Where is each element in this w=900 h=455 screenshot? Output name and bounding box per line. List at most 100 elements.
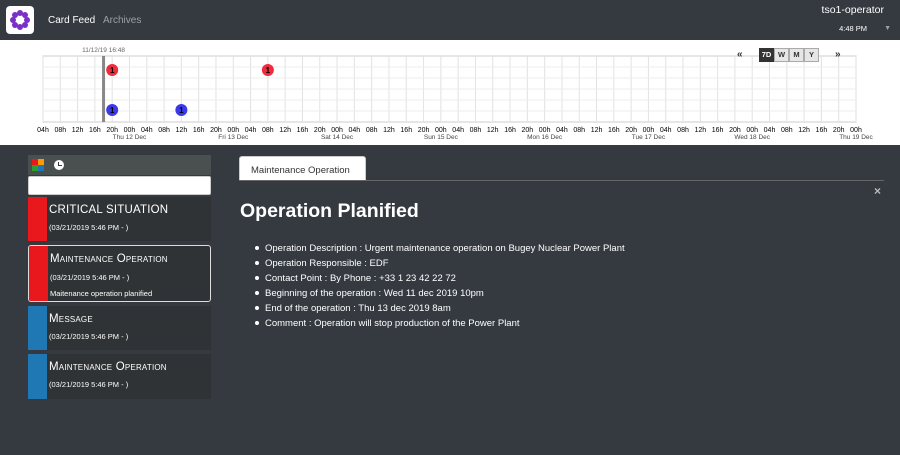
hour-tick-label: 04h	[37, 127, 49, 134]
hour-tick-label: 00h	[539, 127, 551, 134]
hour-tick-label: 00h	[746, 127, 758, 134]
card-title: Maintenance Operation	[49, 361, 167, 373]
hour-tick-label: 20h	[418, 127, 430, 134]
severity-stripe	[28, 354, 47, 399]
feed-toolbar	[28, 155, 211, 175]
hour-tick-label: 08h	[158, 127, 170, 134]
bubble-count: 1	[110, 66, 115, 75]
bubble-count: 1	[110, 106, 115, 115]
nav-archives[interactable]: Archives	[103, 15, 141, 26]
hour-tick-label: 00h	[643, 127, 655, 134]
app-logo[interactable]	[6, 6, 34, 34]
severity-stripe	[28, 306, 47, 350]
day-label: Thu 19 Dec	[839, 134, 873, 141]
period-button-7d[interactable]: 7D	[759, 48, 774, 62]
feed-card[interactable]: Maintenance Operation (03/21/2019 5:46 PM…	[28, 245, 211, 302]
hour-tick-label: 04h	[245, 127, 257, 134]
current-time-label: 11/12/19 16:48	[82, 47, 125, 54]
hour-tick-label: 04h	[349, 127, 361, 134]
day-label: Sat 14 Dec	[321, 134, 354, 141]
card-title: Maintenance Operation	[50, 253, 168, 265]
hour-tick-label: 12h	[694, 127, 706, 134]
day-label: Tue 17 Dec	[632, 134, 666, 141]
hour-tick-label: 00h	[850, 127, 862, 134]
nav-card-feed[interactable]: Card Feed	[48, 15, 95, 26]
timeline-next-button[interactable]: »	[835, 49, 841, 60]
timeline-prev-button[interactable]: «	[737, 49, 743, 60]
feed-search-input[interactable]	[28, 176, 211, 195]
hour-tick-label: 04h	[452, 127, 464, 134]
detail-title: Operation Planified	[240, 200, 419, 222]
severity-stripe	[29, 246, 48, 301]
filter-icon[interactable]	[32, 159, 44, 171]
tab-maintenance-operation[interactable]: Maintenance Operation	[239, 156, 366, 181]
severity-stripe	[28, 197, 47, 241]
day-label: Thu 12 Dec	[113, 134, 147, 141]
hour-tick-label: 16h	[193, 127, 205, 134]
feed-card[interactable]: Message (03/21/2019 5:46 PM - )	[28, 306, 211, 350]
hour-tick-label: 04h	[556, 127, 568, 134]
hour-tick-label: 20h	[833, 127, 845, 134]
hour-tick-label: 20h	[210, 127, 222, 134]
period-button-y[interactable]: Y	[804, 48, 819, 62]
card-summary: Maitenance operation planified	[50, 289, 153, 298]
period-button-w[interactable]: W	[774, 48, 789, 62]
clock-icon[interactable]	[54, 160, 64, 170]
hour-tick-label: 08h	[262, 127, 274, 134]
logo-icon	[10, 10, 30, 30]
day-label: Mon 16 Dec	[527, 134, 563, 141]
close-icon[interactable]: ×	[874, 184, 881, 198]
hour-tick-label: 16h	[400, 127, 412, 134]
bubble-count: 1	[266, 66, 271, 75]
hour-tick-label: 12h	[383, 127, 395, 134]
top-navbar: Card Feed Archives tso1-operator 4:48 PM…	[0, 0, 900, 40]
hour-tick-label: 16h	[816, 127, 828, 134]
hour-tick-label: 12h	[72, 127, 84, 134]
detail-list-item: Operation Description : Urgent maintenan…	[255, 243, 625, 258]
card-title: CRITICAL SITUATION	[49, 204, 169, 216]
hour-tick-label: 08h	[781, 127, 793, 134]
hour-tick-label: 04h	[660, 127, 672, 134]
detail-list-item: End of the operation : Thu 13 dec 2019 8…	[255, 303, 625, 318]
hour-tick-label: 08h	[573, 127, 585, 134]
hour-tick-label: 16h	[608, 127, 620, 134]
detail-list-item: Comment : Operation will stop production…	[255, 318, 625, 333]
hour-tick-label: 16h	[504, 127, 516, 134]
hour-tick-label: 04h	[141, 127, 153, 134]
card-date: (03/21/2019 5:46 PM - )	[49, 332, 129, 341]
card-title: Message	[49, 313, 93, 325]
hour-tick-label: 08h	[470, 127, 482, 134]
hour-tick-label: 12h	[176, 127, 188, 134]
hour-tick-label: 12h	[279, 127, 291, 134]
hour-tick-label: 12h	[798, 127, 810, 134]
hour-tick-label: 20h	[106, 127, 118, 134]
tab-divider	[239, 180, 884, 181]
hour-tick-label: 20h	[625, 127, 637, 134]
detail-list-item: Operation Responsible : EDF	[255, 258, 625, 273]
hour-tick-label: 20h	[729, 127, 741, 134]
day-label: Wed 18 Dec	[734, 134, 770, 141]
hour-tick-label: 00h	[331, 127, 343, 134]
feed-card[interactable]: CRITICAL SITUATION (03/21/2019 5:46 PM - …	[28, 197, 211, 241]
card-date: (03/21/2019 5:46 PM - )	[50, 273, 130, 282]
hour-tick-label: 20h	[314, 127, 326, 134]
hour-tick-label: 00h	[227, 127, 239, 134]
hour-tick-label: 16h	[712, 127, 724, 134]
detail-list: Operation Description : Urgent maintenan…	[255, 243, 625, 333]
detail-list-item: Contact Point : By Phone : +33 1 23 42 2…	[255, 273, 625, 288]
period-button-m[interactable]: M	[789, 48, 804, 62]
hour-tick-label: 16h	[297, 127, 309, 134]
hour-tick-label: 16h	[89, 127, 101, 134]
hour-tick-label: 04h	[764, 127, 776, 134]
tab-label: Maintenance Operation	[251, 165, 350, 176]
bubble-count: 1	[179, 106, 184, 115]
hour-tick-label: 08h	[54, 127, 66, 134]
card-date: (03/21/2019 5:46 PM - )	[49, 223, 129, 232]
hour-tick-label: 00h	[124, 127, 136, 134]
card-date: (03/21/2019 5:46 PM - )	[49, 380, 129, 389]
chevron-down-icon[interactable]: ▼	[884, 25, 891, 32]
hour-tick-label: 20h	[521, 127, 533, 134]
feed-card[interactable]: Maintenance Operation (03/21/2019 5:46 PM…	[28, 354, 211, 399]
user-name[interactable]: tso1-operator	[822, 4, 884, 16]
hour-tick-label: 08h	[677, 127, 689, 134]
